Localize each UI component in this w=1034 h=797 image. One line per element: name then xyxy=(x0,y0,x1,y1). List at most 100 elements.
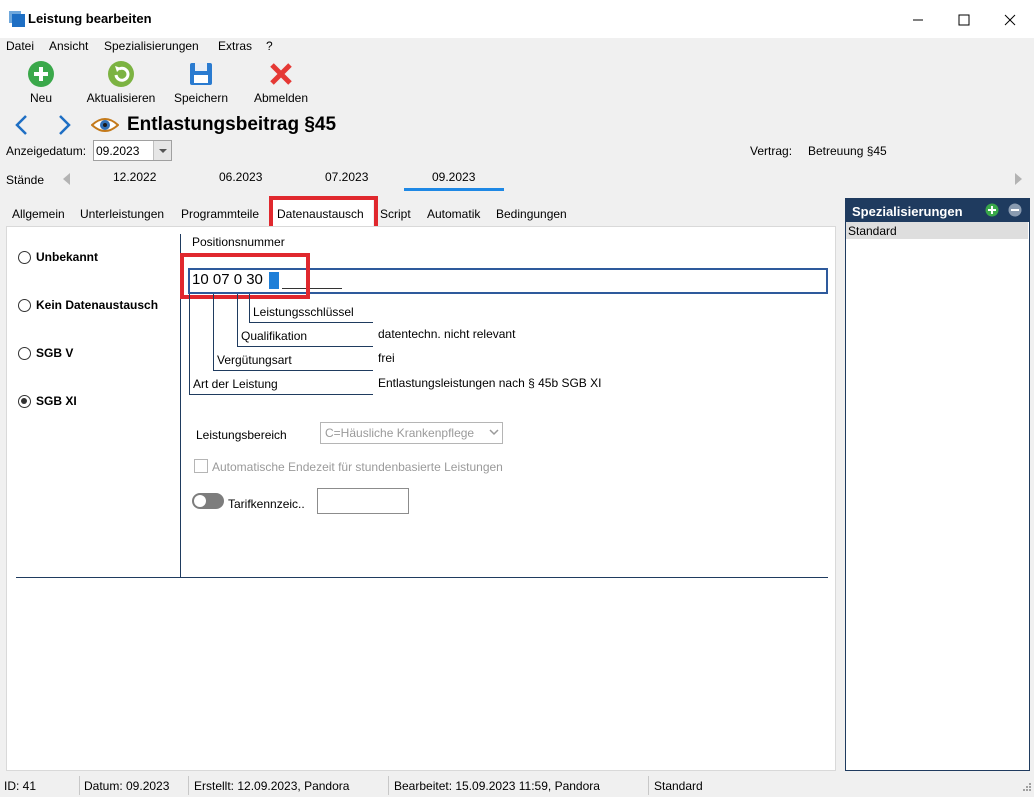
dropdown-button[interactable] xyxy=(153,141,171,160)
tab-script[interactable]: Script xyxy=(380,207,411,221)
refresh-icon xyxy=(108,61,134,87)
tab-programmteile[interactable]: Programmteile xyxy=(181,207,259,221)
status-separator xyxy=(79,776,80,795)
new-button-label: Neu xyxy=(29,91,52,105)
radio-label: Kein Datenaustausch xyxy=(36,298,159,312)
tariff-label: Tarifkennzeic.. xyxy=(228,497,305,511)
radio-label: Unbekannt xyxy=(36,250,99,264)
logout-button[interactable]: Abmelden xyxy=(250,60,312,108)
page-title: Entlastungsbeitrag §45 xyxy=(127,114,337,135)
version-item[interactable]: 07.2023 xyxy=(325,170,368,184)
version-item[interactable]: 12.2022 xyxy=(113,170,156,184)
save-button-label: Speichern xyxy=(173,91,229,105)
auto-end-checkbox[interactable] xyxy=(194,459,208,473)
plus-icon xyxy=(28,61,54,87)
chevron-down-icon xyxy=(489,429,499,436)
chevron-left-icon xyxy=(15,115,27,135)
qualifikation-label: Qualifikation xyxy=(241,329,308,343)
app-icon xyxy=(9,11,25,27)
new-button[interactable]: Neu xyxy=(22,60,60,108)
menu-help[interactable]: ? xyxy=(266,38,273,54)
radio-circle xyxy=(18,298,31,312)
remove-specialization-button[interactable] xyxy=(1008,203,1022,220)
radio-label: SGB V xyxy=(36,346,74,360)
auto-end-label: Automatische Endezeit für stundenbasiert… xyxy=(212,460,503,474)
resize-grip-icon[interactable] xyxy=(1020,782,1032,797)
versions-label: Stände xyxy=(6,173,45,187)
leistungsschluessel-label: Leistungsschlüssel xyxy=(253,305,354,319)
radio-circle xyxy=(18,250,31,264)
tab-automatik[interactable]: Automatik xyxy=(427,207,480,221)
qualifikation-value: datentechn. nicht relevant xyxy=(378,327,516,341)
service-area-select[interactable]: C=Häusliche Krankenpflege xyxy=(320,422,503,444)
tab-allgemein[interactable]: Allgemein xyxy=(12,207,65,221)
status-spec: Standard xyxy=(654,779,703,793)
maximize-icon xyxy=(958,14,970,26)
forward-button[interactable] xyxy=(56,114,72,139)
title-bar xyxy=(0,0,1034,38)
tariff-input[interactable] xyxy=(317,488,409,514)
minus-icon xyxy=(1008,203,1022,217)
horizontal-divider xyxy=(16,577,828,578)
tariff-toggle[interactable] xyxy=(192,493,224,509)
tab-bedingungen[interactable]: Bedingungen xyxy=(496,207,567,221)
status-created: Erstellt: 12.09.2023, Pandora xyxy=(194,779,350,793)
cross-icon xyxy=(270,63,292,85)
highlight-position-box xyxy=(180,253,310,299)
versions-prev-button[interactable] xyxy=(62,172,72,189)
version-item-selected[interactable]: 09.2023 xyxy=(432,170,475,184)
radio-sgb-xi[interactable]: SGB XI xyxy=(18,394,77,408)
minimize-button[interactable] xyxy=(895,6,941,34)
triangle-right-icon xyxy=(1015,173,1022,185)
save-icon xyxy=(190,63,212,85)
close-icon xyxy=(1004,14,1016,26)
save-button[interactable]: Speichern xyxy=(170,60,232,108)
menu-bar: Datei Ansicht Spezialisierungen Extras ? xyxy=(0,38,1034,56)
art-value: Entlastungsleistungen nach § 45b SGB XI xyxy=(378,376,602,390)
contract-label: Vertrag: xyxy=(750,144,793,158)
status-separator xyxy=(388,776,389,795)
refresh-button[interactable]: Aktualisieren xyxy=(82,60,160,108)
radio-circle-checked xyxy=(18,394,31,408)
radio-circle xyxy=(18,346,31,360)
chevron-right-icon xyxy=(59,115,71,135)
radio-label: SGB XI xyxy=(36,394,77,408)
verguetungsart-label: Vergütungsart xyxy=(217,353,292,367)
menu-ansicht[interactable]: Ansicht xyxy=(49,38,88,54)
versions-next-button[interactable] xyxy=(1013,172,1023,189)
display-date-select[interactable]: 09.2023 xyxy=(93,140,172,161)
logout-button-label: Abmelden xyxy=(253,91,309,105)
version-item[interactable]: 06.2023 xyxy=(219,170,262,184)
radio-sgb-v[interactable]: SGB V xyxy=(18,346,73,360)
tab-unterleistungen[interactable]: Unterleistungen xyxy=(80,207,164,221)
specialization-item-label: Standard xyxy=(848,224,897,238)
contract-value: Betreuung §45 xyxy=(808,144,887,158)
display-date-value: 09.2023 xyxy=(96,144,140,158)
position-label: Positionsnummer xyxy=(192,235,285,249)
status-separator xyxy=(648,776,649,795)
specializations-title: Spezialisierungen xyxy=(852,204,963,219)
radio-unbekannt[interactable]: Unbekannt xyxy=(18,250,98,264)
menu-spezialisierungen[interactable]: Spezialisierungen xyxy=(104,38,199,54)
display-date-label: Anzeigedatum: xyxy=(6,144,87,158)
window-title: Leistung bearbeiten xyxy=(28,11,152,26)
specializations-panel xyxy=(845,198,1030,771)
refresh-button-label: Aktualisieren xyxy=(86,91,156,105)
add-specialization-button[interactable] xyxy=(985,203,999,220)
minimize-icon xyxy=(913,19,923,21)
list-item[interactable]: Standard xyxy=(846,222,1028,239)
maximize-button[interactable] xyxy=(941,6,987,34)
verguetungsart-value: frei xyxy=(378,351,395,365)
close-button[interactable] xyxy=(987,6,1033,34)
status-id: ID: 41 xyxy=(4,779,37,793)
menu-extras[interactable]: Extras xyxy=(218,38,252,54)
art-label: Art der Leistung xyxy=(193,377,278,391)
status-edited: Bearbeitet: 15.09.2023 11:59, Pandora xyxy=(394,779,600,793)
plus-icon xyxy=(985,203,999,217)
triangle-left-icon xyxy=(63,173,70,185)
menu-datei[interactable]: Datei xyxy=(6,38,34,54)
back-button[interactable] xyxy=(14,114,30,139)
radio-kein-datenaustausch[interactable]: Kein Datenaustausch xyxy=(18,298,158,312)
eye-icon[interactable] xyxy=(90,116,120,137)
service-area-value: C=Häusliche Krankenpflege xyxy=(325,426,475,440)
